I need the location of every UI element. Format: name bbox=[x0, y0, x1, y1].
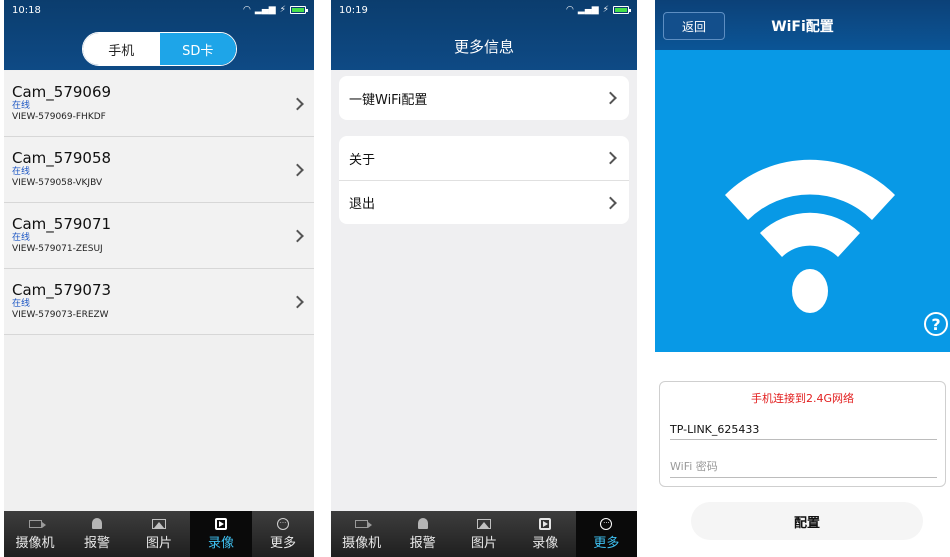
wifi-icon bbox=[725, 159, 895, 313]
tab-label: 图片 bbox=[145, 535, 172, 551]
tab-more[interactable]: ··· 更多 bbox=[252, 511, 314, 557]
configure-button[interactable]: 配置 bbox=[691, 502, 923, 540]
status-bar: 10:19 ◠ ▂▄▆ ⚡ bbox=[331, 0, 637, 20]
tab-recordings[interactable]: 录像 bbox=[190, 511, 252, 557]
segment-phone[interactable]: 手机 bbox=[83, 33, 160, 65]
top-header: 返回 WiFi配置 bbox=[655, 0, 950, 50]
more-dots-icon: ··· bbox=[276, 517, 290, 530]
menu-item-about[interactable]: 关于 bbox=[339, 136, 629, 180]
tab-label: 报警 bbox=[83, 535, 110, 551]
bell-icon bbox=[416, 518, 430, 530]
bell-icon bbox=[90, 518, 104, 530]
image-icon bbox=[152, 518, 166, 530]
status-bar: 10:18 ◠ ▂▄▆ ⚡ bbox=[4, 0, 314, 20]
tab-label: 摄像机 bbox=[15, 535, 55, 551]
battery-icon bbox=[290, 6, 308, 14]
menu-item-wifi-setup[interactable]: 一键WiFi配置 bbox=[339, 76, 629, 120]
menu-item-label: 一键WiFi配置 bbox=[349, 92, 428, 108]
camera-name: Cam_579073 bbox=[12, 281, 112, 299]
help-icon[interactable]: ? bbox=[924, 312, 948, 336]
wifi-password-field[interactable]: WiFi 密码 bbox=[670, 456, 937, 478]
battery-icon bbox=[613, 6, 631, 14]
bottom-tab-bar: 摄像机 报警 图片 录像 ··· 更多 bbox=[331, 511, 637, 557]
status-icons: ◠ ▂▄▆ ⚡ bbox=[566, 5, 631, 15]
tab-pictures[interactable]: 图片 bbox=[128, 511, 190, 557]
chevron-right-icon bbox=[604, 151, 617, 165]
tab-camera[interactable]: 摄像机 bbox=[331, 511, 392, 557]
tab-label: 录像 bbox=[207, 535, 234, 551]
tab-alarm[interactable]: 报警 bbox=[66, 511, 128, 557]
page-title: WiFi配置 bbox=[771, 19, 834, 35]
tab-pictures[interactable]: 图片 bbox=[453, 511, 514, 557]
chevron-right-icon bbox=[604, 91, 617, 105]
tab-recordings[interactable]: 录像 bbox=[515, 511, 576, 557]
camera-row[interactable]: Cam_579071 在线 VIEW-579071-ZESUJ bbox=[4, 203, 314, 269]
status-icons: ◠ ▂▄▆ ⚡ bbox=[243, 5, 308, 15]
storage-segmented-control: 手机 SD卡 bbox=[82, 32, 237, 66]
tab-label: 更多 bbox=[593, 535, 620, 551]
status-time: 10:18 bbox=[12, 4, 41, 16]
tab-label: 摄像机 bbox=[342, 535, 382, 551]
camera-uid: VIEW-579069-FHKDF bbox=[12, 112, 106, 122]
bottom-tab-bar: 摄像机 报警 图片 录像 ··· 更多 bbox=[4, 511, 314, 557]
wifi-hero-banner: ? bbox=[655, 50, 950, 352]
cell-signal-icon: ▂▄▆ bbox=[577, 5, 599, 15]
wifi-signal-icon: ◠ bbox=[243, 5, 251, 15]
network-hint: 手机连接到2.4G网络 bbox=[750, 392, 855, 405]
tab-label: 录像 bbox=[532, 535, 559, 551]
password-placeholder: WiFi 密码 bbox=[670, 460, 718, 473]
camera-name: Cam_579071 bbox=[12, 215, 112, 233]
more-dots-icon: ··· bbox=[599, 517, 613, 530]
settings-group-app: 关于 退出 bbox=[339, 136, 629, 224]
cell-signal-icon: ▂▄▆ bbox=[254, 5, 276, 15]
page-title: 更多信息 bbox=[453, 38, 514, 56]
settings-group-wifi: 一键WiFi配置 bbox=[339, 76, 629, 120]
video-camera-icon bbox=[355, 518, 373, 530]
camera-row[interactable]: Cam_579058 在线 VIEW-579058-VKJBV bbox=[4, 137, 314, 203]
tab-more[interactable]: ··· 更多 bbox=[575, 511, 637, 557]
tab-label: 更多 bbox=[269, 535, 296, 551]
camera-name: Cam_579069 bbox=[12, 83, 112, 101]
ssid-value: TP-LINK_625433 bbox=[670, 423, 760, 436]
menu-item-logout[interactable]: 退出 bbox=[339, 180, 629, 224]
ssid-field[interactable]: TP-LINK_625433 bbox=[670, 418, 937, 440]
camera-name: Cam_579058 bbox=[12, 149, 112, 167]
play-box-icon bbox=[214, 517, 228, 530]
play-box-icon bbox=[538, 517, 552, 530]
menu-item-label: 关于 bbox=[349, 152, 376, 168]
camera-uid: VIEW-579071-ZESUJ bbox=[12, 244, 103, 254]
camera-status: 在线 bbox=[12, 233, 31, 243]
tab-label: 图片 bbox=[471, 535, 498, 551]
camera-status: 在线 bbox=[12, 167, 31, 177]
camera-list: Cam_579069 在线 VIEW-579069-FHKDF Cam_5790… bbox=[4, 71, 314, 335]
camera-uid: VIEW-579073-EREZW bbox=[12, 310, 109, 320]
chevron-right-icon bbox=[604, 196, 617, 209]
tab-alarm[interactable]: 报警 bbox=[392, 511, 453, 557]
camera-status: 在线 bbox=[12, 101, 31, 111]
camera-status: 在线 bbox=[12, 299, 31, 309]
wifi-form: 手机连接到2.4G网络 TP-LINK_625433 WiFi 密码 bbox=[659, 381, 946, 487]
camera-row[interactable]: Cam_579073 在线 VIEW-579073-EREZW bbox=[4, 269, 314, 335]
camera-list-screen: 10:18 ◠ ▂▄▆ ⚡ 手机 SD卡 Cam_579069 在线 VIEW-… bbox=[4, 0, 314, 557]
video-camera-icon bbox=[28, 518, 46, 530]
wifi-signal-icon: ◠ bbox=[566, 5, 574, 15]
menu-item-label: 退出 bbox=[349, 197, 376, 212]
charging-icon: ⚡ bbox=[279, 5, 286, 15]
charging-icon: ⚡ bbox=[602, 5, 609, 15]
segment-sd-card[interactable]: SD卡 bbox=[159, 33, 236, 65]
image-icon bbox=[477, 518, 491, 530]
more-info-screen: 10:19 ◠ ▂▄▆ ⚡ 更多信息 一键WiFi配置 关于 退出 摄像机 报警… bbox=[331, 0, 637, 557]
camera-uid: VIEW-579058-VKJBV bbox=[12, 178, 103, 188]
wifi-config-screen: 返回 WiFi配置 ? 手机连接到2.4G网络 TP-LINK_625433 W… bbox=[655, 0, 950, 557]
tab-camera[interactable]: 摄像机 bbox=[4, 511, 66, 557]
camera-row[interactable]: Cam_579069 在线 VIEW-579069-FHKDF bbox=[4, 71, 314, 137]
status-time: 10:19 bbox=[339, 4, 368, 16]
tab-label: 报警 bbox=[409, 535, 436, 551]
